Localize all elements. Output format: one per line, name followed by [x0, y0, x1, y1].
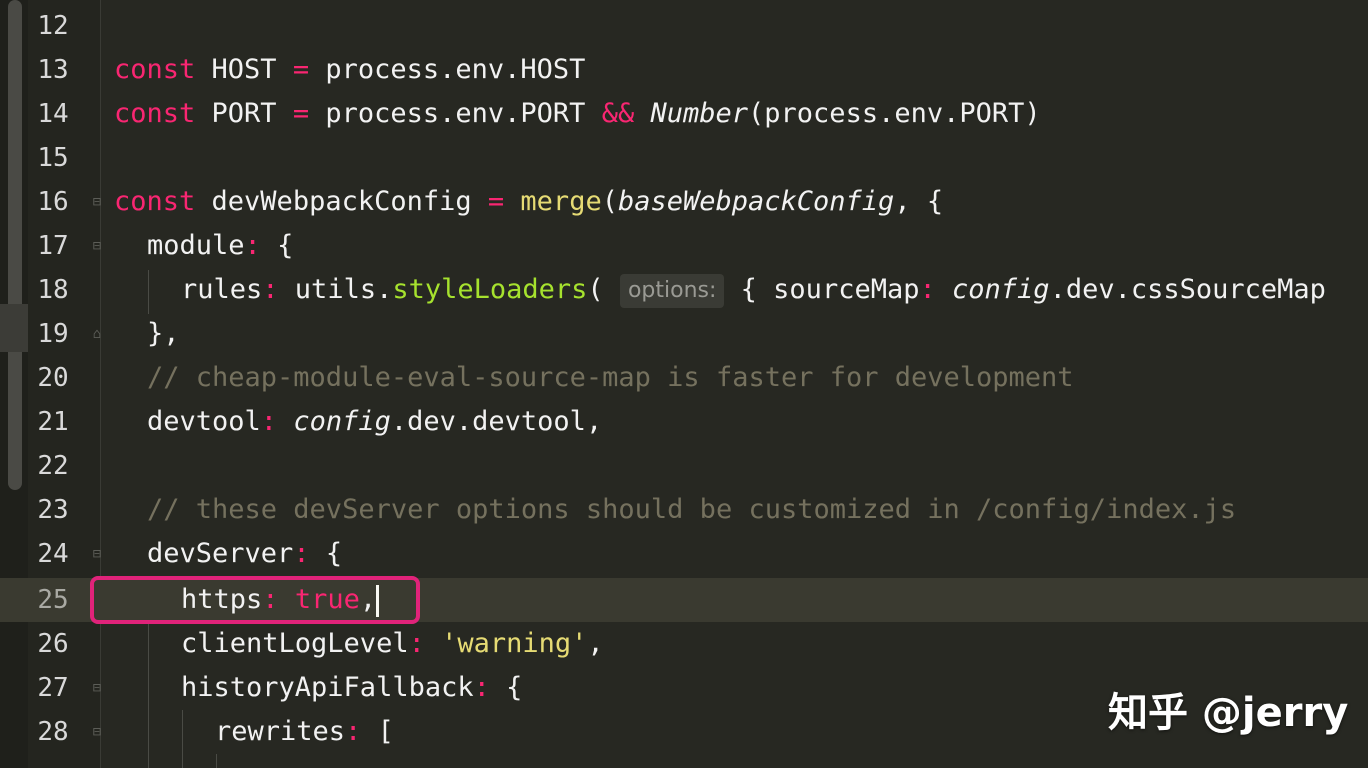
- code-line: 17 ⊟ module: {: [0, 224, 1368, 268]
- code-line: 19 ⌂ },: [0, 312, 1368, 356]
- code-text: rules: utils.styleLoaders( options: { so…: [181, 268, 1326, 312]
- code-line: 22: [0, 444, 1368, 488]
- code-comment: // these devServer options should be cus…: [147, 494, 1237, 525]
- line-number: 18: [37, 275, 69, 305]
- line-number: 16: [37, 187, 69, 217]
- code-line: 14 const PORT = process.env.PORT && Numb…: [0, 92, 1368, 136]
- code-line: 26 clientLogLevel: 'warning',: [0, 622, 1368, 666]
- line-number: 13: [37, 55, 69, 85]
- fold-open-icon[interactable]: ⊟: [90, 679, 104, 697]
- line-number: 14: [37, 99, 69, 129]
- code-line: 21 devtool: config.dev.devtool,: [0, 400, 1368, 444]
- line-number: 12: [37, 11, 69, 41]
- line-number: 26: [37, 629, 69, 659]
- code-text: clientLogLevel: 'warning',: [181, 628, 604, 659]
- code-text: rewrites: [: [215, 716, 394, 747]
- fold-open-icon[interactable]: ⊟: [90, 193, 104, 211]
- line-number: 20: [37, 363, 69, 393]
- code-text: },: [147, 318, 180, 349]
- fold-end-icon[interactable]: ⌂: [90, 325, 104, 343]
- code-text: const PORT = process.env.PORT && Number(…: [114, 98, 1041, 129]
- code-text: const devWebpackConfig = merge(baseWebpa…: [114, 186, 944, 217]
- code-comment: // cheap-module-eval-source-map is faste…: [147, 362, 1074, 393]
- line-number: 19: [37, 319, 69, 349]
- fold-open-icon[interactable]: ⊟: [90, 723, 104, 741]
- line-number: 23: [37, 495, 69, 525]
- line-number: 21: [37, 407, 69, 437]
- parameter-hint: options:: [619, 273, 725, 308]
- line-number: 22: [37, 451, 69, 481]
- line-number: 15: [37, 143, 69, 173]
- code-line: 18 rules: utils.styleLoaders( options: {…: [0, 268, 1368, 312]
- code-text: module: {: [147, 230, 294, 261]
- line-number: 17: [37, 231, 69, 261]
- line-number: 27: [37, 673, 69, 703]
- line-number: 24: [37, 539, 69, 569]
- code-text: const HOST = process.env.HOST: [114, 54, 586, 85]
- code-line: 13 const HOST = process.env.HOST: [0, 48, 1368, 92]
- code-text: historyApiFallback: {: [181, 672, 523, 703]
- indent-guide: [216, 754, 217, 768]
- code-line: 24 ⊟ devServer: {: [0, 532, 1368, 576]
- highlight-annotation-box: [90, 576, 420, 624]
- fold-open-icon[interactable]: ⊟: [90, 545, 104, 563]
- code-line: 20 // cheap-module-eval-source-map is fa…: [0, 356, 1368, 400]
- code-text: devtool: config.dev.devtool,: [147, 406, 603, 437]
- line-number: 28: [37, 717, 69, 747]
- code-editor[interactable]: 12 13 const HOST = process.env.HOST 14 c…: [0, 0, 1368, 768]
- code-line: 16 ⊟ const devWebpackConfig = merge(base…: [0, 180, 1368, 224]
- code-line: 12: [0, 4, 1368, 48]
- code-line: 15: [0, 136, 1368, 180]
- code-text: devServer: {: [147, 538, 343, 569]
- watermark: 知乎 @jerry: [1108, 690, 1349, 736]
- code-line: 23 // these devServer options should be …: [0, 488, 1368, 532]
- line-number: 25: [37, 585, 69, 615]
- fold-open-icon[interactable]: ⊟: [90, 237, 104, 255]
